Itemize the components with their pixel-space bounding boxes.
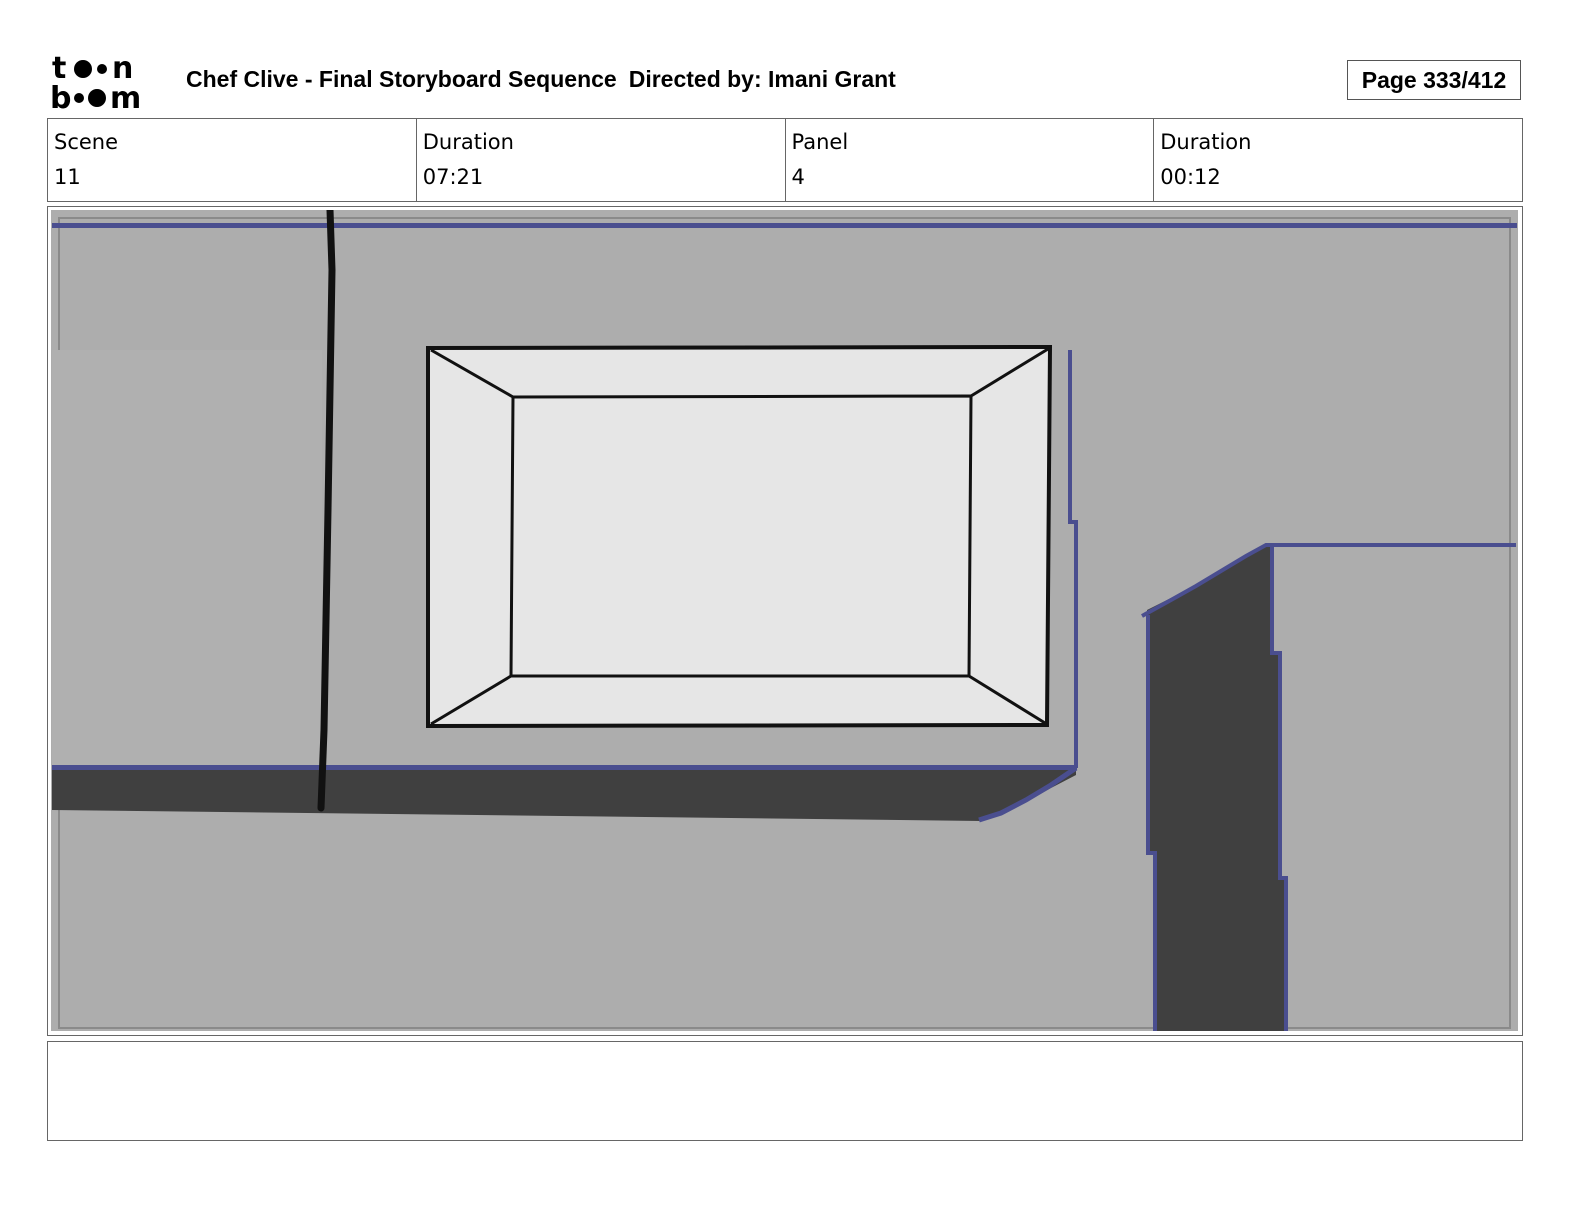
scene-label: Scene bbox=[54, 130, 119, 154]
panel-duration-label: Duration bbox=[1160, 130, 1252, 154]
scene-duration-cell: Duration 07:21 bbox=[417, 119, 786, 201]
panel-cell: Panel 4 bbox=[786, 119, 1155, 201]
scene-value: 11 bbox=[54, 165, 81, 189]
panel-notes-box bbox=[47, 1041, 1523, 1141]
scene-duration-label: Duration bbox=[422, 130, 514, 154]
ledge-edge-line bbox=[52, 765, 1077, 770]
pillar-shadow bbox=[1147, 543, 1286, 1031]
scene-duration-value: 07:21 bbox=[422, 165, 484, 189]
panel-drawing bbox=[51, 210, 1518, 1031]
director-credit: Directed by: Imani Grant bbox=[628, 66, 896, 92]
page-number-text: Page 333/412 bbox=[1361, 66, 1507, 93]
left-wall-tone bbox=[52, 350, 322, 768]
window-inner bbox=[509, 394, 973, 678]
page-number: Page 333/412 bbox=[1347, 60, 1521, 100]
info-table: Scene 11 Duration 07:21 Panel 4 Duration… bbox=[47, 118, 1523, 202]
panel-label: Panel bbox=[791, 130, 849, 154]
svg-text:b: b bbox=[50, 81, 71, 112]
document-title: Chef Clive - Final Storyboard Sequence Di… bbox=[186, 66, 896, 93]
svg-text:m: m bbox=[110, 81, 141, 112]
scene-cell: Scene 11 bbox=[48, 119, 417, 201]
storyboard-panel bbox=[47, 206, 1523, 1036]
toon-boom-logo: t n b m bbox=[50, 51, 141, 112]
panel-value: 4 bbox=[791, 165, 805, 189]
sequence-title: Chef Clive - Final Storyboard Sequence bbox=[186, 66, 617, 92]
panel-duration-cell: Duration 00:12 bbox=[1154, 119, 1522, 201]
top-edge-line bbox=[52, 223, 1517, 228]
panel-duration-value: 00:12 bbox=[1160, 165, 1221, 189]
